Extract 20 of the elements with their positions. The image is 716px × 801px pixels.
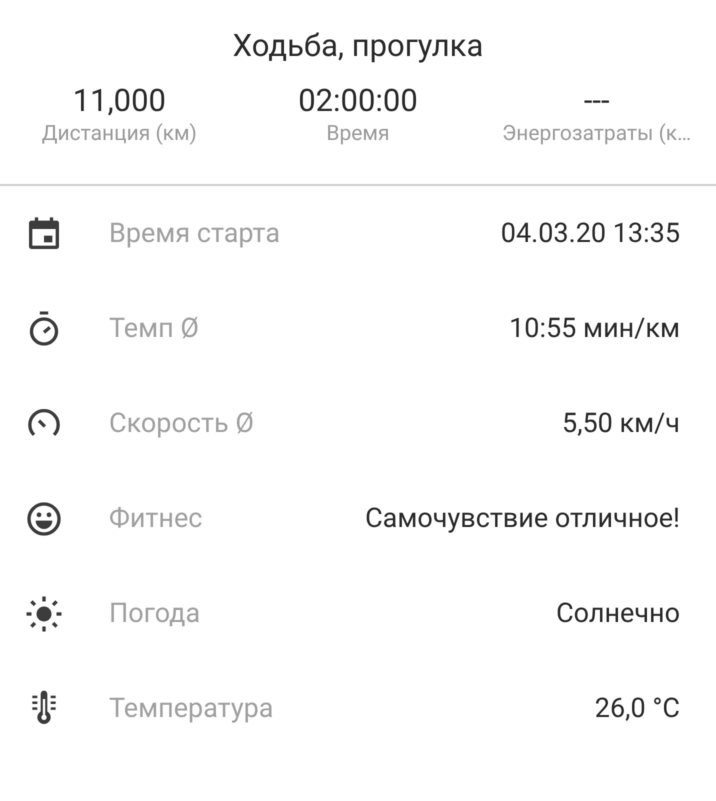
row-value: 26,0 °C — [594, 691, 680, 726]
stat-label: Энергозатраты (к… — [502, 121, 692, 148]
row-value: 10:55 мин/км — [509, 311, 680, 346]
row-label: Температура — [109, 691, 274, 726]
stat-label: Дистанция (км) — [42, 121, 197, 148]
row-value: 5,50 км/ч — [562, 406, 680, 442]
row-value: Солнечно — [556, 596, 680, 632]
stat-value: 02:00:00 — [298, 82, 418, 120]
row-value: Самочувствие отличное! — [365, 501, 680, 536]
row-label: Погода — [109, 596, 200, 632]
row-value: 04.03.20 13:35 — [500, 216, 680, 252]
stat-label: Время — [326, 121, 390, 148]
row-label: Темп Ø — [109, 311, 200, 346]
activity-title: Ходьба, прогулка — [232, 26, 484, 66]
row-label: Скорость Ø — [109, 406, 254, 442]
sun-icon — [24, 594, 64, 634]
stat-value: --- — [584, 82, 610, 120]
row-label: Время старта — [109, 216, 280, 252]
stat-value: 11,000 — [72, 82, 166, 120]
row-label: Фитнес — [109, 501, 202, 536]
